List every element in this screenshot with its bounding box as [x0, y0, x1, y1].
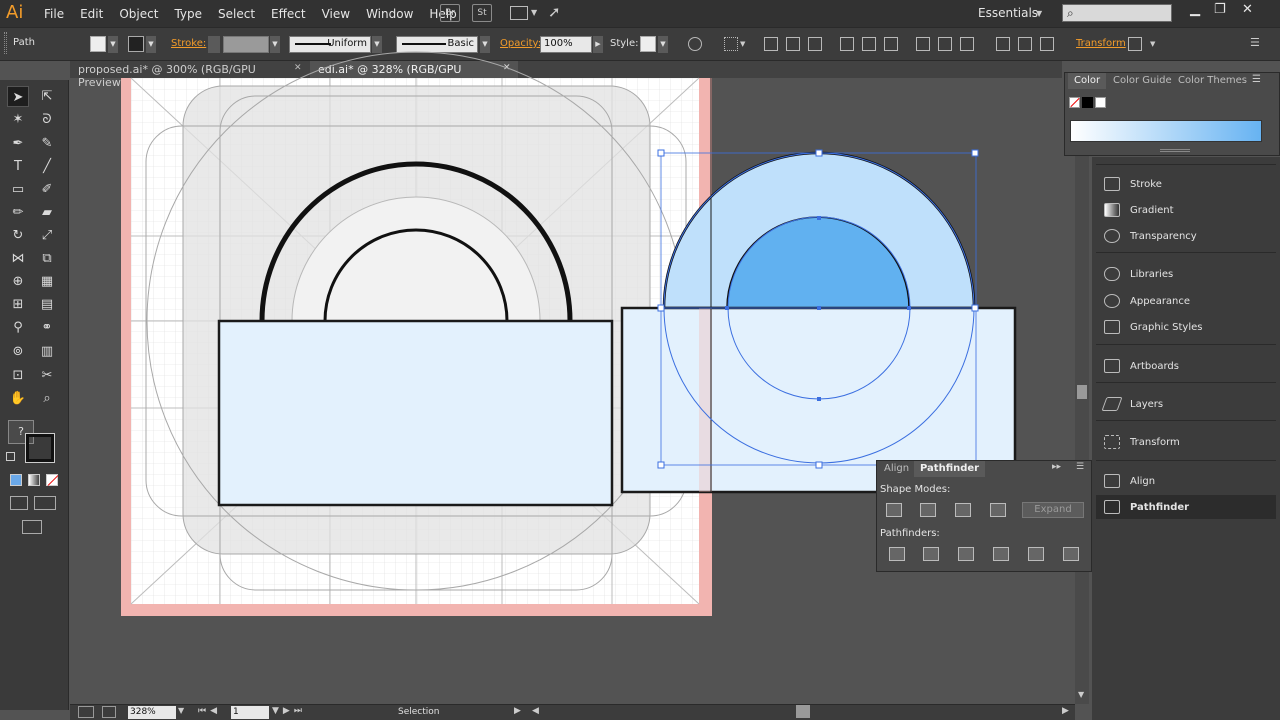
horizontal-scrollbar-thumb[interactable] [796, 705, 810, 718]
lock-body[interactable] [217, 319, 614, 507]
layers-icon [1101, 397, 1123, 411]
shape-modes-label: Shape Modes: [880, 484, 951, 495]
expand-button[interactable]: Expand [1022, 502, 1084, 518]
intersect-icon[interactable] [955, 503, 971, 517]
libraries-icon [1104, 267, 1120, 281]
merge-icon[interactable] [958, 547, 974, 561]
sync-icon[interactable] [78, 706, 94, 718]
unite-icon[interactable] [886, 503, 902, 517]
chevron-down-icon[interactable]: ▼ [178, 706, 184, 715]
tab-color-guide[interactable]: Color Guide [1107, 73, 1178, 89]
dock-divider [1096, 344, 1276, 350]
pathfinders-label: Pathfinders: [880, 528, 940, 539]
exclude-icon[interactable] [990, 503, 1006, 517]
collapse-panel-icon[interactable]: ▸▸ [1052, 462, 1061, 472]
dock-transparency[interactable]: Transparency [1096, 224, 1276, 248]
dock-gradient[interactable]: Gradient [1096, 198, 1276, 222]
divide-icon[interactable] [889, 547, 905, 561]
dock-divider [1096, 252, 1276, 258]
minus-back-icon[interactable] [1063, 547, 1079, 561]
graphic-styles-icon [1104, 320, 1120, 334]
trim-icon[interactable] [923, 547, 939, 561]
gradient-icon [1104, 203, 1120, 217]
scrollbar-thumb[interactable] [1077, 385, 1087, 399]
pathfinder-icon [1104, 500, 1120, 514]
dock-graphic-styles[interactable]: Graphic Styles [1096, 315, 1276, 339]
export-icon[interactable] [102, 706, 116, 718]
black-swatch[interactable] [1082, 97, 1093, 108]
crop-icon[interactable] [993, 547, 1009, 561]
outline-icon[interactable] [1028, 547, 1044, 561]
dock-stroke[interactable]: Stroke [1096, 172, 1276, 196]
scroll-right-icon[interactable]: ▶ [1062, 706, 1069, 716]
dock-appearance[interactable]: Appearance [1096, 289, 1276, 313]
dock-divider [1096, 420, 1276, 426]
artboard-number[interactable]: 1 [231, 706, 269, 719]
dock-artboards[interactable]: Artboards [1096, 354, 1276, 378]
transform-icon [1104, 435, 1120, 449]
scroll-down-icon[interactable]: ▼ [1078, 690, 1084, 699]
tab-color-themes[interactable]: Color Themes [1172, 73, 1253, 89]
color-spectrum[interactable] [1070, 120, 1262, 142]
dock-divider [1096, 382, 1276, 388]
align-icon [1104, 474, 1120, 488]
status-mode: Selection [398, 707, 440, 717]
white-swatch[interactable] [1095, 97, 1106, 108]
dock-align[interactable]: Align [1096, 469, 1276, 493]
none-swatch[interactable] [1069, 97, 1080, 108]
tab-align[interactable]: Align [878, 461, 915, 477]
artboards-icon [1104, 359, 1120, 373]
minus-front-icon[interactable] [920, 503, 936, 517]
panel-menu-icon[interactable]: ☰ [1252, 74, 1261, 85]
panel-resize-grip[interactable] [1160, 149, 1190, 152]
tab-pathfinder[interactable]: Pathfinder [914, 461, 986, 477]
dock-libraries[interactable]: Libraries [1096, 262, 1276, 286]
panel-menu-icon[interactable]: ☰ [1076, 462, 1084, 472]
tab-color[interactable]: Color [1068, 73, 1107, 89]
transparency-icon [1104, 229, 1120, 243]
appearance-icon [1104, 294, 1120, 308]
stroke-icon [1104, 177, 1120, 191]
zoom-level[interactable]: 328% [128, 706, 176, 719]
dock-pathfinder[interactable]: Pathfinder [1096, 495, 1276, 519]
dock-transform[interactable]: Transform [1096, 430, 1276, 454]
dock-divider [1096, 460, 1276, 466]
artboard-nav-prev-icon[interactable]: ⏮◀ [198, 706, 221, 716]
artboard-nav-next-icon[interactable]: ▼▶⏭ [272, 706, 306, 716]
bleed-overlap [699, 308, 712, 492]
dock-divider [1096, 164, 1276, 170]
scroll-left-icon[interactable]: ◀ [532, 706, 539, 716]
dock-layers[interactable]: Layers [1096, 392, 1276, 416]
status-menu-icon[interactable]: ▶ [514, 706, 521, 716]
